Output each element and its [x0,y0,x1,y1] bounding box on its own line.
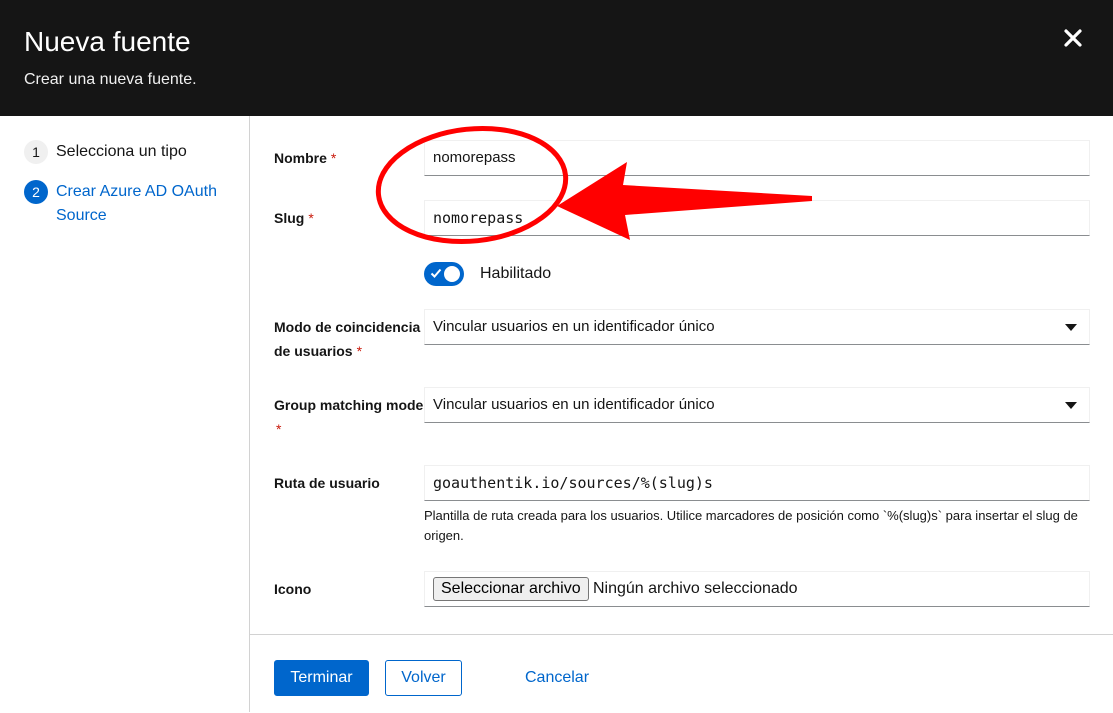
wizard-step-create-source[interactable]: 2 Crear Azure AD OAuth Source [24,180,236,228]
enabled-label: Habilitado [480,265,552,282]
modal-footer: Terminar Volver Cancelar [250,634,1113,713]
close-icon[interactable] [1061,26,1085,50]
select-file-button[interactable]: Seleccionar archivo [433,577,589,601]
user-path-input[interactable]: goauthentik.io/sources/%(slug)s [424,465,1090,501]
user-path-help: Plantilla de ruta creada para los usuari… [424,508,1078,543]
wizard-step-select-type[interactable]: 1 Selecciona un tipo [24,140,236,164]
icon-file-input: Seleccionar archivo Ningún archivo selec… [424,571,1090,607]
toggle-knob [444,266,460,282]
name-input[interactable]: nomorepass [424,140,1090,176]
step-label: Selecciona un tipo [56,143,187,160]
cancel-button[interactable]: Cancelar [512,660,602,696]
icon-label: Icono [274,581,312,597]
slug-label: Slug * [274,210,314,226]
finish-button[interactable]: Terminar [274,660,369,696]
enabled-toggle[interactable] [424,262,464,286]
user-matching-select[interactable]: Vincular usuarios en un identificador ún… [424,309,1090,345]
back-button[interactable]: Volver [385,660,462,696]
name-label: Nombre * [274,150,337,166]
group-matching-select[interactable]: Vincular usuarios en un identificador ún… [424,387,1090,423]
caret-down-icon [1065,402,1077,409]
step-number: 1 [24,140,48,164]
step-label: Crear Azure AD OAuth Source [56,183,217,224]
check-icon [430,268,442,278]
source-form: Nombre * nomorepass Slug * nomorepass Habi… [250,116,1113,634]
user-path-label: Ruta de usuario [274,475,380,491]
wizard-nav: 1 Selecciona un tipo 2 Crear Azure AD OA… [0,116,250,712]
step-number: 2 [24,180,48,204]
slug-input[interactable]: nomorepass [424,200,1090,236]
file-status: Ningún archivo seleccionado [593,580,798,597]
modal-header: Nueva fuente Crear una nueva fuente. [0,0,1113,116]
caret-down-icon [1065,324,1077,331]
modal-title: Nueva fuente [24,26,191,57]
modal-subtitle: Crear una nueva fuente. [24,71,197,88]
group-matching-label: Group matching mode * [274,397,424,437]
user-matching-label: Modo de coincidencia de usuarios * [274,319,421,359]
